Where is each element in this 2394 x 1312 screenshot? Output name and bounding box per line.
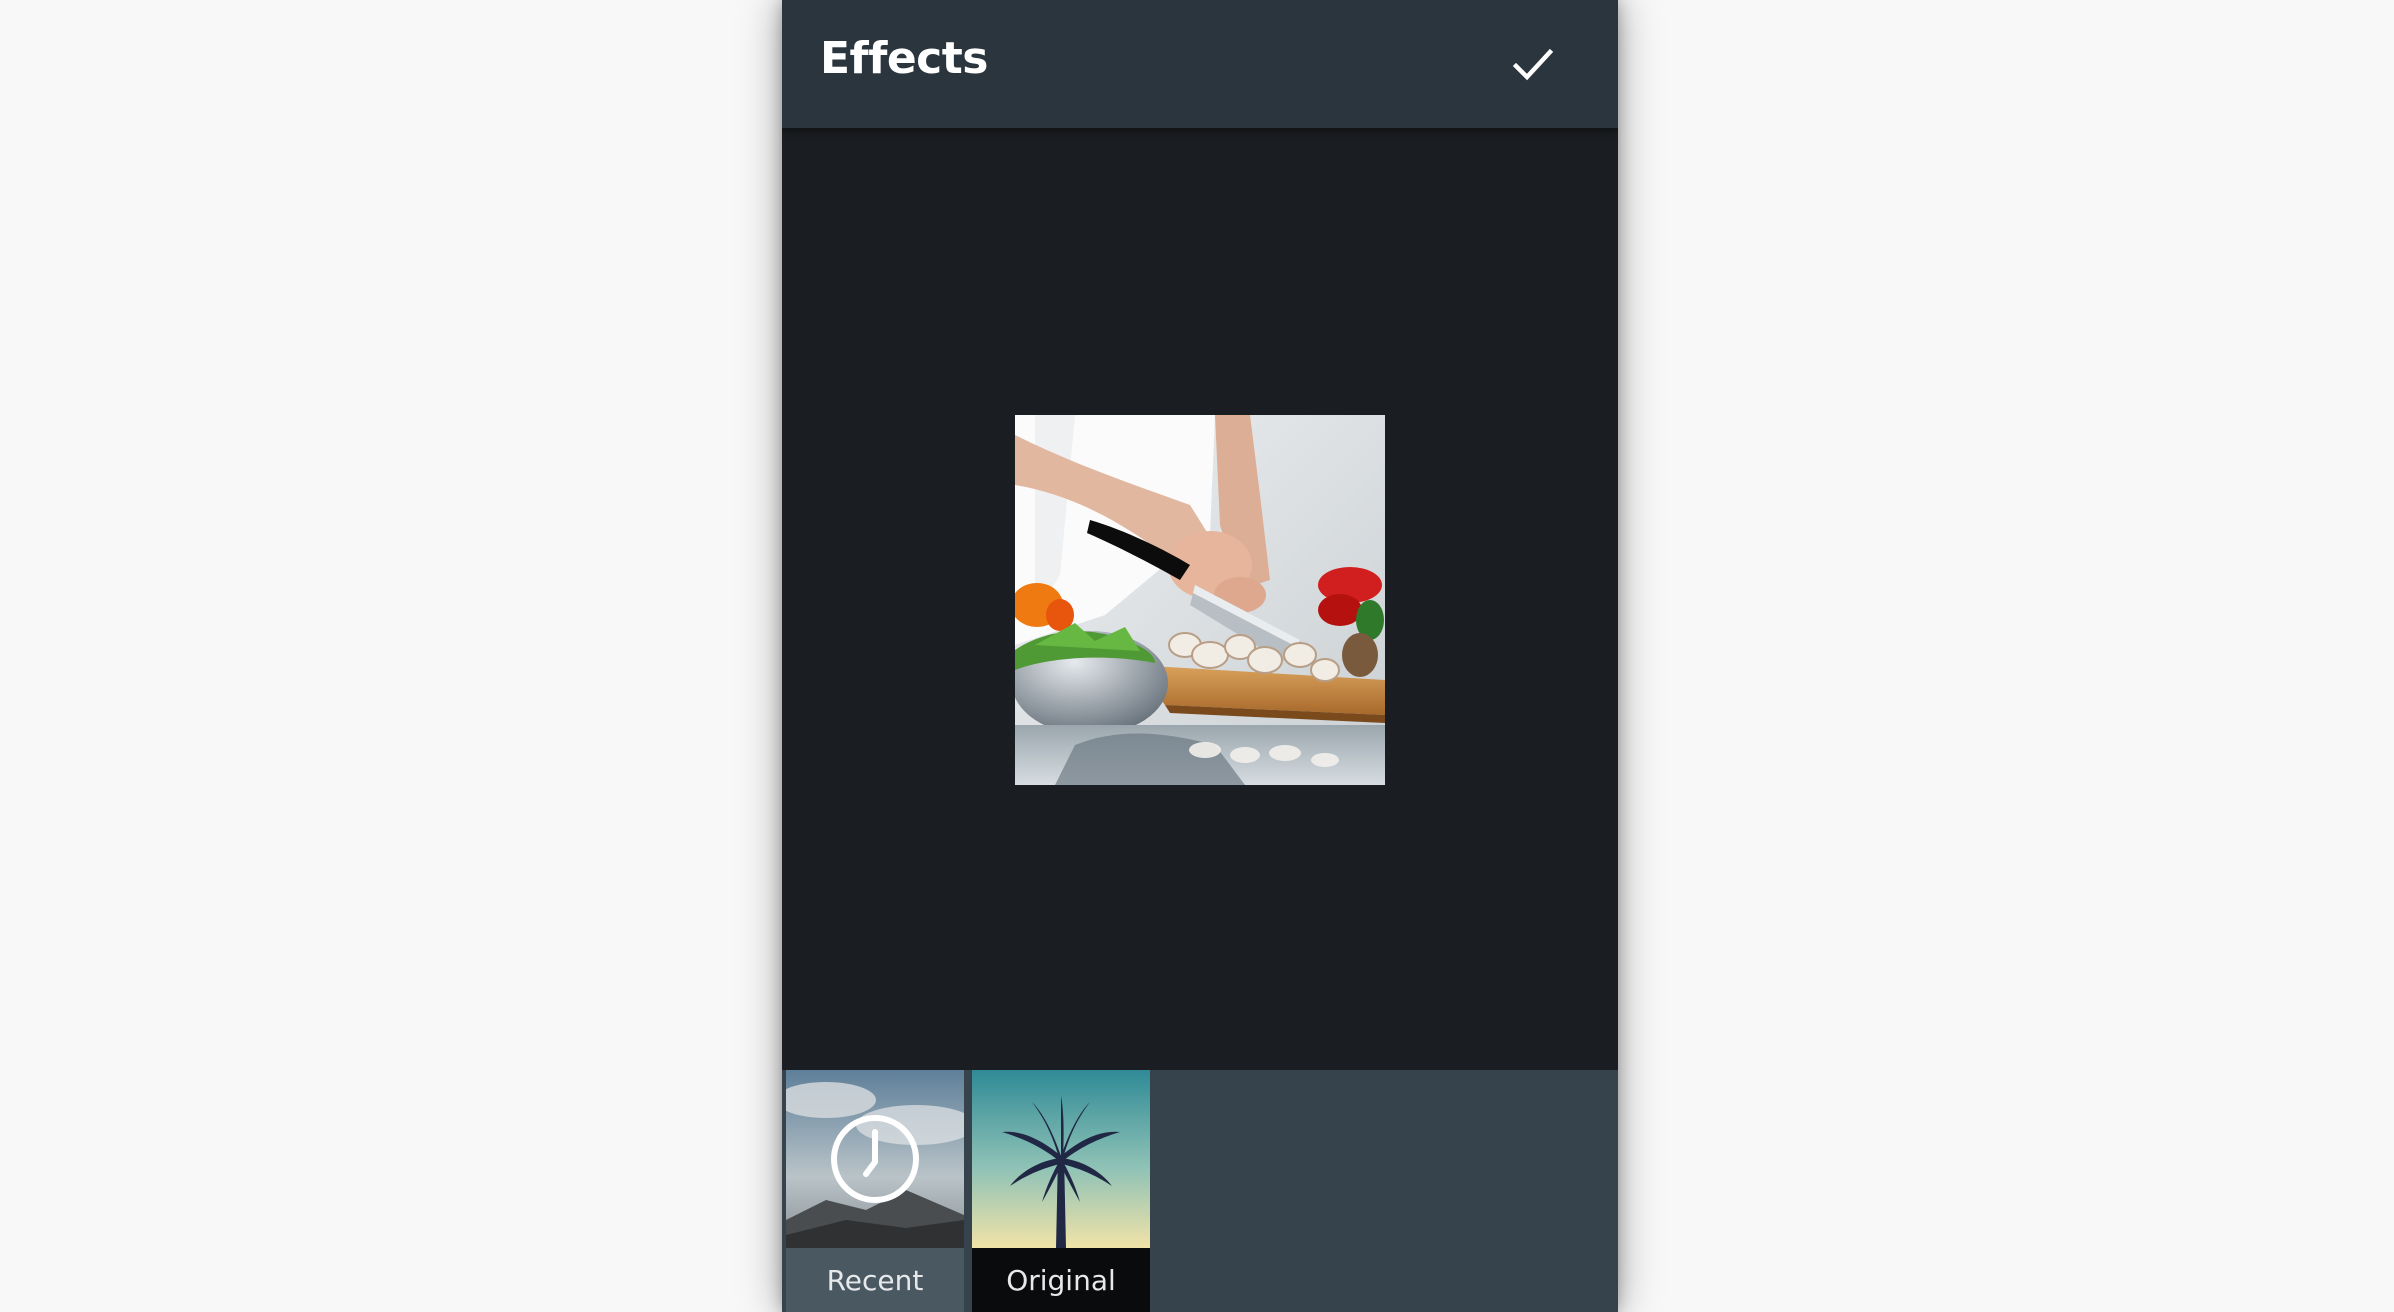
app-screen: Effects Recent Original <box>782 0 1618 1312</box>
recent-thumbnail <box>786 1070 964 1248</box>
effect-label-original: Original <box>972 1248 1150 1312</box>
page-title: Effects <box>820 33 989 84</box>
photo-preview <box>1015 415 1385 785</box>
effect-tile-original[interactable]: Original <box>972 1070 1150 1312</box>
checkmark-icon <box>1512 48 1554 81</box>
effect-label-recent: Recent <box>786 1248 964 1312</box>
app-bar: Effects <box>782 0 1618 128</box>
preview-image <box>1015 415 1385 785</box>
original-thumbnail <box>972 1070 1150 1248</box>
effect-tile-recent[interactable]: Recent <box>786 1070 964 1312</box>
effects-canvas <box>782 128 1618 1070</box>
confirm-button[interactable] <box>1498 30 1568 100</box>
effects-tray: Recent Original <box>782 1070 1618 1312</box>
